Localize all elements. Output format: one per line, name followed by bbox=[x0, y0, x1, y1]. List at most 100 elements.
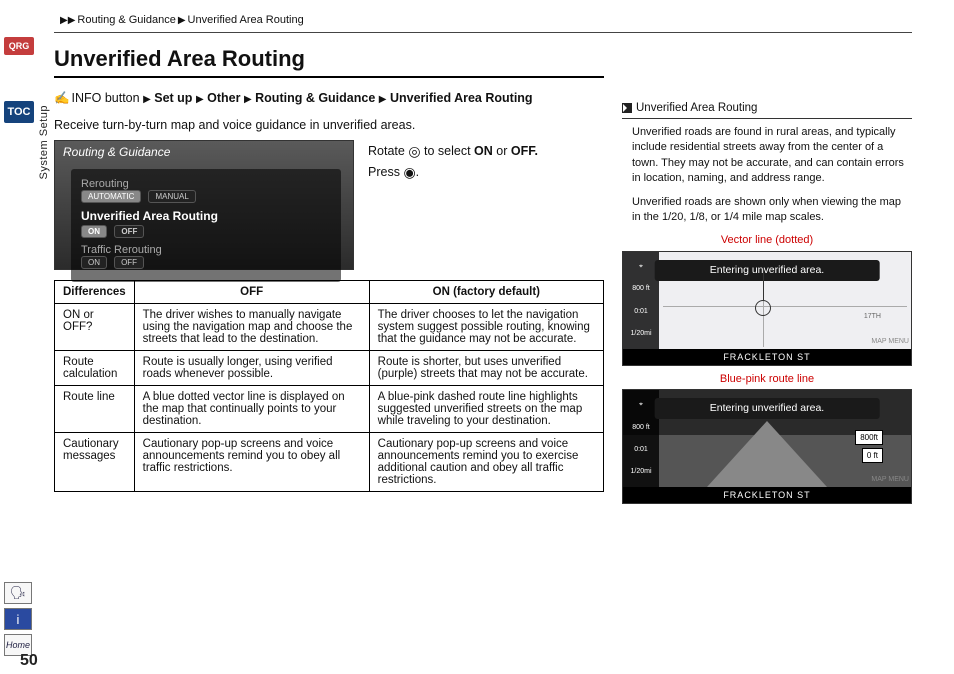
breadcrumb-rule bbox=[54, 32, 912, 33]
right-col-head: Unverified Area Routing bbox=[622, 100, 912, 119]
table-row: Route line A blue dotted vector line is … bbox=[55, 386, 604, 433]
table-row: Cautionary messages Cautionary pop-up sc… bbox=[55, 433, 604, 492]
instructions: Rotate ◎ to select ON or OFF. Press ◉. bbox=[368, 140, 604, 270]
breadcrumb-arrow-icon: ▶▶ bbox=[60, 15, 75, 26]
map-scale: 1/20mi bbox=[630, 329, 651, 339]
instr-on: ON bbox=[474, 144, 493, 158]
row-off: A blue dotted vector line is displayed o… bbox=[134, 386, 369, 433]
row-label: Route calculation bbox=[55, 351, 135, 386]
map-street-frackleton: FRACKLETON ST bbox=[623, 349, 911, 365]
map-dist: 800 ft bbox=[632, 423, 650, 433]
map-dist: 800 ft bbox=[632, 284, 650, 294]
info-icon[interactable]: i bbox=[4, 608, 32, 630]
row-on: Cautionary pop-up screens and voice anno… bbox=[369, 433, 603, 492]
page-title: Unverified Area Routing bbox=[54, 46, 604, 72]
path-arrow-icon: ▶ bbox=[244, 94, 252, 105]
path-uar: Unverified Area Routing bbox=[390, 91, 533, 105]
caption-blue-pink: Blue-pink route line bbox=[622, 372, 912, 387]
toc-badge[interactable]: TOC bbox=[4, 101, 34, 123]
th-on: ON (factory default) bbox=[369, 281, 603, 304]
path-info: INFO button bbox=[71, 91, 139, 105]
instr-text: or bbox=[493, 144, 511, 158]
pill-on: ON bbox=[81, 225, 107, 238]
th-differences: Differences bbox=[55, 281, 135, 304]
map-street-frackleton: FRACKLETON ST bbox=[623, 487, 911, 503]
side-icon-stack: 🗣 i Home bbox=[4, 582, 34, 656]
pill-manual: MANUAL bbox=[148, 190, 195, 203]
row-on: Route is shorter, but uses unverified (p… bbox=[369, 351, 603, 386]
device-row-label: Rerouting bbox=[81, 178, 129, 190]
map-time: 0:01 bbox=[634, 445, 648, 455]
intro-text: Receive turn-by-turn map and voice guida… bbox=[54, 118, 604, 132]
main-column: Unverified Area Routing ✍ INFO button ▶ … bbox=[54, 46, 604, 492]
voice-icon[interactable]: 🗣 bbox=[4, 582, 32, 604]
breadcrumb: ▶▶ Routing & Guidance ▶ Unverified Area … bbox=[60, 14, 304, 26]
row-label: ON or OFF? bbox=[55, 304, 135, 351]
press-button-icon: ◉ bbox=[403, 162, 415, 183]
page-number: 50 bbox=[20, 652, 38, 670]
instr-text: Press bbox=[368, 165, 403, 179]
map-dist-badge-2: 0 ft bbox=[862, 448, 883, 463]
path-arrow-icon: ▶ bbox=[196, 94, 204, 105]
row-off: Cautionary pop-up screens and voice anno… bbox=[134, 433, 369, 492]
device-screenshot: Routing & Guidance Rerouting AUTOMATIC M… bbox=[54, 140, 354, 270]
row-off: Route is usually longer, using verified … bbox=[134, 351, 369, 386]
device-row-rerouting: Rerouting AUTOMATIC MANUAL bbox=[81, 175, 331, 206]
map-scale: 1/20mi bbox=[630, 467, 651, 477]
map-dist-badge: 800ft bbox=[855, 430, 883, 445]
path-other: Other bbox=[207, 91, 240, 105]
mini-map-2d: ⌖ 800 ft 0:01 1/20mi Entering unverified… bbox=[622, 251, 912, 366]
breadcrumb-seg2: Unverified Area Routing bbox=[188, 14, 304, 26]
th-off: OFF bbox=[134, 281, 369, 304]
menu-path: ✍ INFO button ▶ Set up ▶ Other ▶ Routing… bbox=[54, 88, 604, 108]
map-sidebar: ⌖ 800 ft 0:01 1/20mi bbox=[623, 390, 659, 487]
breadcrumb-arrow-icon: ▶ bbox=[178, 15, 186, 26]
device-row-label: Unverified Area Routing bbox=[81, 209, 218, 223]
pill-off: OFF bbox=[114, 256, 144, 269]
right-column: Unverified Area Routing Unverified roads… bbox=[622, 100, 912, 504]
path-arrow-icon: ▶ bbox=[143, 94, 151, 105]
map-banner: Entering unverified area. bbox=[655, 398, 880, 419]
qrg-badge[interactable]: QRG bbox=[4, 37, 34, 55]
note-icon bbox=[622, 103, 632, 113]
pill-automatic: AUTOMATIC bbox=[81, 190, 141, 203]
device-header: Routing & Guidance bbox=[63, 145, 170, 159]
map-time: 0:01 bbox=[634, 307, 648, 317]
mini-map-3d: ⌖ 800 ft 0:01 1/20mi Entering unverified… bbox=[622, 389, 912, 504]
map-compass-icon: ⌖ bbox=[639, 400, 643, 410]
map-sidebar: ⌖ 800 ft 0:01 1/20mi bbox=[623, 252, 659, 349]
table-row: Route calculation Route is usually longe… bbox=[55, 351, 604, 386]
row-on: The driver chooses to let the navigation… bbox=[369, 304, 603, 351]
instr-off: OFF. bbox=[511, 144, 538, 158]
pill-off: OFF bbox=[114, 225, 144, 238]
pill-on: ON bbox=[81, 256, 107, 269]
table-row: ON or OFF? The driver wishes to manually… bbox=[55, 304, 604, 351]
side-section-label: System Setup bbox=[38, 105, 50, 179]
map-callout-pin bbox=[755, 300, 771, 316]
row-off: The driver wishes to manually navigate u… bbox=[134, 304, 369, 351]
title-rule bbox=[54, 76, 604, 78]
path-setup: Set up bbox=[154, 91, 192, 105]
device-row-unverified: Unverified Area Routing ON OFF bbox=[81, 206, 331, 241]
hand-icon: ✍ bbox=[54, 88, 68, 108]
row-label: Cautionary messages bbox=[55, 433, 135, 492]
instr-text: to select bbox=[421, 144, 475, 158]
device-row-label: Traffic Rerouting bbox=[81, 244, 162, 256]
instr-text: . bbox=[416, 165, 419, 179]
device-row-traffic: Traffic Rerouting ON OFF bbox=[81, 241, 331, 272]
breadcrumb-seg1: Routing & Guidance bbox=[77, 14, 175, 26]
map-menu-label: MAP MENU bbox=[871, 337, 909, 347]
right-col-title: Unverified Area Routing bbox=[636, 100, 757, 116]
right-p2: Unverified roads are shown only when vie… bbox=[632, 195, 912, 226]
row-label: Route line bbox=[55, 386, 135, 433]
row-on: A blue-pink dashed route line highlights… bbox=[369, 386, 603, 433]
path-arrow-icon: ▶ bbox=[379, 94, 387, 105]
right-p1: Unverified roads are found in rural area… bbox=[632, 125, 912, 187]
caption-vector-line: Vector line (dotted) bbox=[622, 233, 912, 248]
instr-text: Rotate bbox=[368, 144, 408, 158]
map-banner: Entering unverified area. bbox=[655, 260, 880, 281]
differences-table: Differences OFF ON (factory default) ON … bbox=[54, 280, 604, 492]
rotate-dial-icon: ◎ bbox=[408, 141, 420, 162]
map-3d-road bbox=[707, 421, 827, 487]
map-menu-label: MAP MENU bbox=[871, 475, 909, 485]
